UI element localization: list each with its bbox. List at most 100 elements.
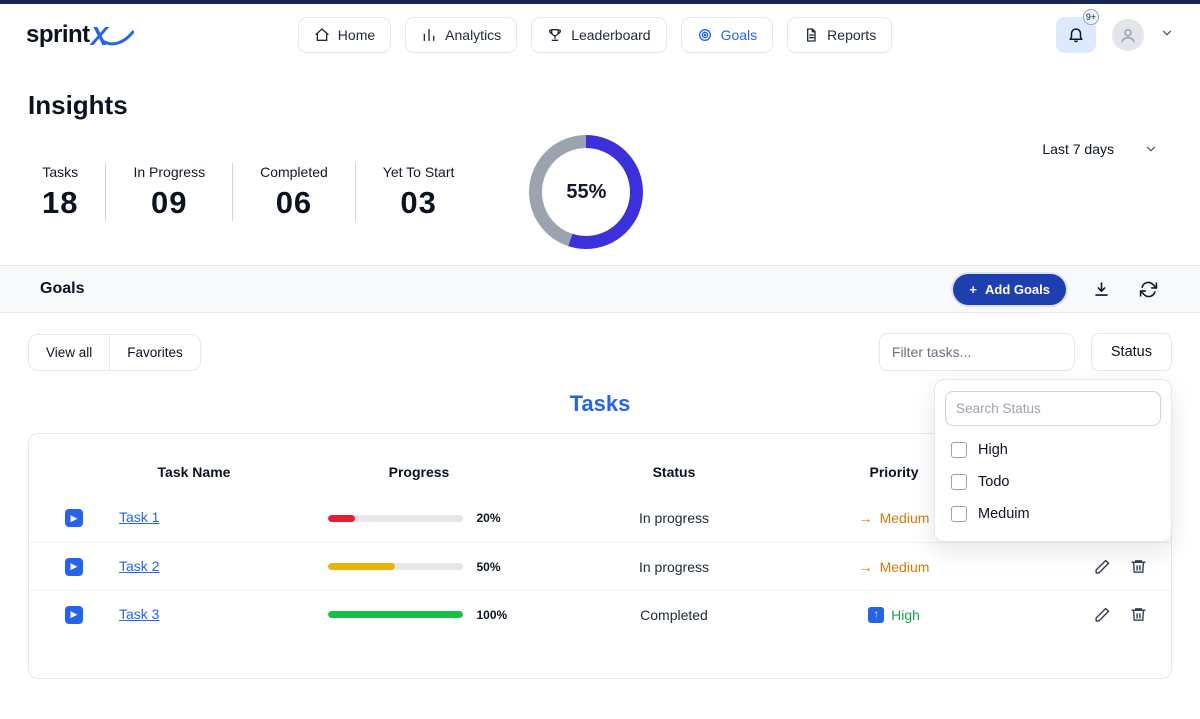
stat-value: 06 xyxy=(260,185,328,221)
avatar[interactable] xyxy=(1112,19,1144,51)
progress-percent: 50% xyxy=(477,560,511,574)
date-range-label: Last 7 days xyxy=(1042,141,1114,157)
stat-value: 03 xyxy=(383,185,455,221)
nav-item-reports[interactable]: Reports xyxy=(787,17,892,53)
completion-donut-label: 55% xyxy=(542,148,630,236)
status-value: In progress xyxy=(569,559,779,575)
nav-item-analytics[interactable]: Analytics xyxy=(405,17,517,53)
home-icon xyxy=(314,27,330,43)
user-menu-button[interactable] xyxy=(1160,26,1174,45)
column-task-name: Task Name xyxy=(119,464,269,480)
priority-up-icon: ↑ xyxy=(868,607,884,623)
logo[interactable]: sprint X xyxy=(26,21,134,49)
progress-fill xyxy=(328,563,396,570)
play-icon[interactable]: ▶ xyxy=(65,509,83,527)
chevron-down-icon xyxy=(1160,26,1174,40)
nav-item-leaderboard[interactable]: Leaderboard xyxy=(531,17,666,53)
notification-badge: 9+ xyxy=(1083,9,1099,25)
stat-in-progress: In Progress 09 xyxy=(106,164,232,221)
stat-label: Completed xyxy=(260,164,328,180)
progress-bar xyxy=(328,515,463,522)
edit-button[interactable] xyxy=(1092,604,1113,625)
notifications-button[interactable]: 9+ xyxy=(1056,17,1096,53)
progress-percent: 20% xyxy=(477,511,511,525)
status-filter-button[interactable]: Status xyxy=(1091,333,1172,371)
priority-label: Medium xyxy=(880,559,930,575)
progress-fill xyxy=(328,515,355,522)
page-title: Insights xyxy=(28,90,1200,121)
stat-label: Tasks xyxy=(42,164,78,180)
table-row: ▶ Task 3 100% Completed ↑ High xyxy=(29,590,1171,638)
column-progress: Progress xyxy=(269,464,569,480)
checkbox-icon[interactable] xyxy=(951,506,967,522)
status-option-todo[interactable]: Todo xyxy=(945,466,1161,498)
delete-button[interactable] xyxy=(1128,556,1149,577)
dashboard-page: sprint X Home Analytics Leaderboard Goal… xyxy=(0,0,1200,719)
download-button[interactable] xyxy=(1090,278,1113,301)
nav-item-goals[interactable]: Goals xyxy=(681,17,774,53)
filter-controls: Status xyxy=(879,333,1172,371)
add-goals-label: Add Goals xyxy=(985,282,1050,297)
date-range-select[interactable]: Last 7 days xyxy=(1042,141,1158,157)
download-icon xyxy=(1092,280,1111,299)
priority-arrow-icon: → xyxy=(859,559,873,575)
status-search-input[interactable] xyxy=(945,391,1161,426)
nav-item-label: Goals xyxy=(721,27,758,43)
status-value: Completed xyxy=(569,607,779,623)
priority-label: Medium xyxy=(880,510,930,526)
checkbox-icon[interactable] xyxy=(951,442,967,458)
goals-section-bar: Goals + Add Goals xyxy=(0,265,1200,313)
add-goals-button[interactable]: + Add Goals xyxy=(953,274,1066,305)
priority-arrow-icon: → xyxy=(859,510,873,526)
stat-yet-to-start: Yet To Start 03 xyxy=(356,164,482,221)
edit-button[interactable] xyxy=(1092,556,1113,577)
header-right: 9+ xyxy=(1056,17,1174,53)
status-option-medium[interactable]: Meduim xyxy=(945,498,1161,530)
completion-donut: 55% xyxy=(529,135,643,249)
view-tabs: View all Favorites xyxy=(28,334,201,371)
table-row: ▶ Task 2 50% In progress → Medium xyxy=(29,542,1171,590)
logo-text: sprint xyxy=(26,21,90,49)
stat-tasks: Tasks 18 xyxy=(28,164,105,221)
progress-percent: 100% xyxy=(477,608,511,622)
task-name-link[interactable]: Task 2 xyxy=(119,558,159,574)
logo-swoosh-icon xyxy=(104,29,134,47)
user-icon xyxy=(1119,26,1137,44)
trash-icon xyxy=(1130,558,1147,575)
play-icon[interactable]: ▶ xyxy=(65,606,83,624)
tab-view-all[interactable]: View all xyxy=(29,335,109,370)
stat-value: 09 xyxy=(133,185,205,221)
nav-item-label: Leaderboard xyxy=(571,27,650,43)
goals-bar-actions: + Add Goals xyxy=(953,274,1160,305)
status-value: In progress xyxy=(569,510,779,526)
goals-section-title: Goals xyxy=(40,280,84,298)
delete-button[interactable] xyxy=(1128,604,1149,625)
progress-bar xyxy=(328,611,463,618)
stat-value: 18 xyxy=(42,185,78,221)
play-icon[interactable]: ▶ xyxy=(65,558,83,576)
analytics-icon xyxy=(421,27,437,43)
nav-item-home[interactable]: Home xyxy=(298,17,391,53)
main-nav: Home Analytics Leaderboard Goals Reports xyxy=(134,17,1056,53)
task-name-link[interactable]: Task 1 xyxy=(119,509,159,525)
stat-completed: Completed 06 xyxy=(233,164,355,221)
trash-icon xyxy=(1130,606,1147,623)
stat-label: In Progress xyxy=(133,164,205,180)
checkbox-icon[interactable] xyxy=(951,474,967,490)
refresh-button[interactable] xyxy=(1137,278,1160,301)
nav-item-label: Home xyxy=(338,27,375,43)
trophy-icon xyxy=(547,27,563,43)
stat-label: Yet To Start xyxy=(383,164,455,180)
tab-favorites[interactable]: Favorites xyxy=(109,335,200,370)
edit-icon xyxy=(1094,606,1111,623)
bell-icon xyxy=(1067,26,1085,44)
nav-item-label: Analytics xyxy=(445,27,501,43)
status-dropdown: High Todo Meduim xyxy=(934,379,1172,542)
filter-row: View all Favorites Status High Todo Medu… xyxy=(28,333,1172,371)
status-option-label: Todo xyxy=(978,474,1009,490)
filter-tasks-input[interactable] xyxy=(879,333,1075,371)
column-status: Status xyxy=(569,464,779,480)
status-option-high[interactable]: High xyxy=(945,434,1161,466)
task-name-link[interactable]: Task 3 xyxy=(119,606,159,622)
refresh-icon xyxy=(1139,280,1158,299)
